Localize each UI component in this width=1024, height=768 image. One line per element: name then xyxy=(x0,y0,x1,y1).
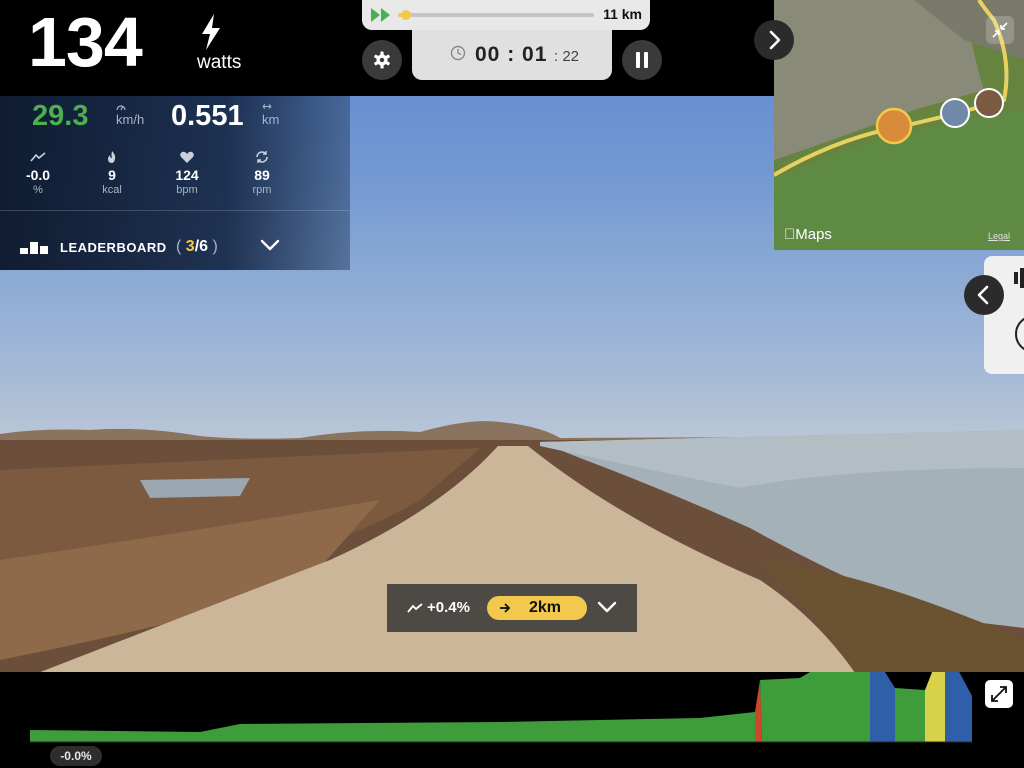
metric-incline: -0.0 % xyxy=(8,150,68,196)
metric-value: 124 xyxy=(175,167,199,183)
speed-value: 29.3 xyxy=(32,100,89,132)
metric-unit: rpm xyxy=(252,184,272,196)
next-segment-distance: 2km xyxy=(529,599,562,616)
metric-calories: 9 kcal xyxy=(82,150,142,196)
leaderboard-toggle[interactable]: LEADERBOARD ( 3/6 ) xyxy=(0,230,350,270)
collapse-icon xyxy=(992,22,1008,38)
stats-divider xyxy=(0,210,350,211)
dirt-road xyxy=(0,446,1024,680)
elevation-chart xyxy=(30,672,972,743)
elevation-segment-descent xyxy=(945,672,972,742)
maps-logo-text: Maps xyxy=(784,226,832,243)
apple-logo-icon:  xyxy=(784,226,795,243)
metric-unit: % xyxy=(33,184,43,196)
chevron-right-icon xyxy=(769,30,781,50)
arrow-right-icon xyxy=(500,603,511,613)
chevron-down-icon xyxy=(597,601,617,613)
pause-button[interactable] xyxy=(622,40,662,80)
distance-value: 0.551 xyxy=(171,100,244,132)
clock-icon xyxy=(450,45,466,61)
leaderboard-label: LEADERBOARD xyxy=(60,240,167,255)
leaderboard-icon xyxy=(20,242,48,254)
speedometer-icon xyxy=(116,105,126,111)
expand-button[interactable] xyxy=(985,680,1013,708)
rider-avatar-self xyxy=(875,107,913,145)
ride-timer: 00 : 01 : 22 xyxy=(412,30,612,80)
incline-icon xyxy=(407,603,423,613)
map-legal-link[interactable]: Legal xyxy=(988,231,1010,241)
leaderboard-paren-open: ( xyxy=(176,238,182,255)
metric-heart-rate: 124 bpm xyxy=(157,150,217,196)
route-progress: 11 km xyxy=(362,0,650,30)
power-value: 134 xyxy=(28,3,143,81)
elevation-segment-descent xyxy=(870,672,895,742)
settings-button[interactable] xyxy=(362,40,402,80)
chevron-down-icon xyxy=(260,239,280,251)
current-grade-badge: -0.0% xyxy=(50,746,102,766)
speed-unit: km/h xyxy=(116,112,145,127)
gear-icon xyxy=(374,51,390,69)
cadence-icon xyxy=(256,151,268,163)
metric-value: 89 xyxy=(254,167,270,183)
fast-forward-icon[interactable] xyxy=(370,7,392,23)
side-drawer-content xyxy=(1014,268,1024,351)
elevation-profile[interactable] xyxy=(0,672,1024,768)
rider-avatar xyxy=(974,88,1004,118)
expand-icon xyxy=(991,686,1007,702)
map-collapse-button[interactable] xyxy=(986,16,1014,44)
heart-icon xyxy=(180,151,194,163)
power-unit: watts xyxy=(197,52,242,73)
timer-seconds-block: : 22 xyxy=(554,48,580,65)
leaderboard-paren-close: ) xyxy=(212,238,218,255)
upcoming-grade-bar[interactable]: +0.4% 2km xyxy=(387,584,637,632)
rider-avatar xyxy=(940,98,970,128)
timer-seconds: 22 xyxy=(562,48,580,65)
bolt-icon xyxy=(202,14,220,50)
elevation-segment-climb xyxy=(760,672,870,742)
side-drawer[interactable] xyxy=(984,256,1024,374)
flame-icon xyxy=(108,151,116,163)
app-root: 134 watts 11 km 00: 01: 22 Maps Legal … xyxy=(0,0,1024,768)
distance-arrows-icon xyxy=(262,104,272,109)
elevation-segment-rise xyxy=(925,672,945,742)
metric-cadence: 89 rpm xyxy=(232,150,292,196)
elevation-segment-flat xyxy=(30,712,755,742)
elevation-segment-flat xyxy=(895,688,925,742)
chevron-left-icon xyxy=(977,285,989,305)
progress-track xyxy=(398,10,594,20)
metric-unit: bpm xyxy=(176,184,198,196)
distance-unit: km xyxy=(262,112,280,127)
leaderboard-total: 6 xyxy=(199,238,209,255)
ride-stats-panel: 29.3 km/h 0.551 km -0.0 % 9 kcal 124 bpm xyxy=(0,96,350,270)
map-next-button[interactable] xyxy=(754,20,794,60)
metric-value: -0.0 xyxy=(25,167,51,183)
incline-icon xyxy=(30,152,46,162)
leaderboard-count: ( 3/6 ) xyxy=(176,238,218,256)
maps-logo: Maps xyxy=(784,226,832,243)
metric-unit: kcal xyxy=(102,184,122,196)
current-grade: +0.4% xyxy=(427,599,470,616)
side-drawer-back-button[interactable] xyxy=(964,275,1004,315)
pause-icon xyxy=(636,52,648,68)
route-total-distance: 11 km xyxy=(603,6,642,22)
timer-minutes: 01 xyxy=(522,43,548,66)
route-map[interactable]: Maps Legal xyxy=(774,0,1024,250)
metric-value: 9 xyxy=(108,167,116,183)
next-segment-pill: 2km xyxy=(487,596,587,620)
timer-hours-minutes: 00 : 01 xyxy=(475,43,548,66)
progress-marker xyxy=(400,10,411,20)
leaderboard-position: 3 xyxy=(185,238,195,255)
timer-hours: 00 xyxy=(475,43,501,66)
